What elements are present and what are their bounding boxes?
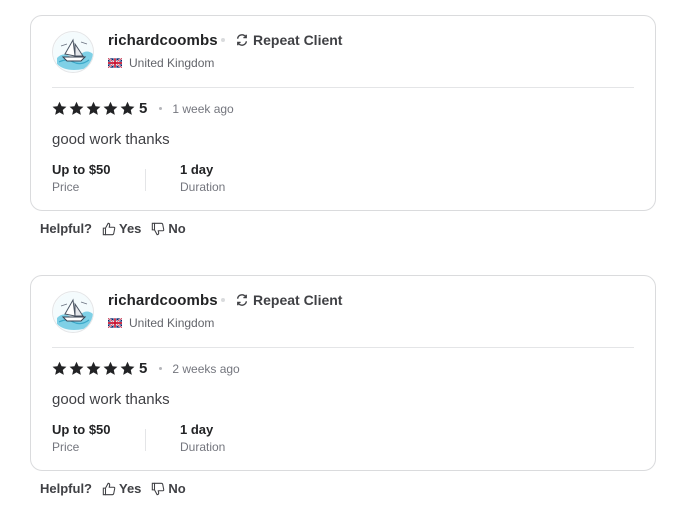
price-stat: Up to $50 Price [52,162,111,194]
repeat-client-label: Repeat Client [253,32,343,48]
uk-flag-icon [108,58,122,68]
rating-row: 5 1 week ago [52,100,234,117]
helpful-no-button[interactable]: No [151,481,186,496]
reviewer-country: United Kingdom [108,56,214,70]
repeat-client-icon [236,34,248,46]
stat-divider [145,169,146,191]
review-text: good work thanks [52,391,170,408]
duration-label: Duration [180,180,226,194]
price-value: Up to $50 [52,162,111,177]
reviewer-username[interactable]: richardcoombs [108,32,218,49]
star-icon [120,361,135,375]
rating-value: 5 [139,360,148,377]
review-item: richardcoombs Repeat Client United Kingd… [30,15,656,236]
review-time: 1 week ago [172,101,234,116]
review-text: good work thanks [52,131,170,148]
no-label: No [168,481,186,496]
price-label: Price [52,180,80,194]
star-icon [52,361,67,375]
review-time: 2 weeks ago [172,361,240,376]
price-label: Price [52,440,80,454]
thumbs-up-icon [102,222,116,235]
avatar[interactable] [52,31,94,73]
reviewer-country: United Kingdom [108,316,214,330]
review-item: richardcoombs Repeat Client United Kingd… [30,275,656,496]
yes-label: Yes [119,221,142,236]
repeat-client-icon [236,294,248,306]
helpful-row: Helpful? Yes No [40,221,196,236]
helpful-label: Helpful? [40,221,92,236]
star-rating [52,101,135,116]
separator-dot [221,38,225,42]
helpful-yes-button[interactable]: Yes [102,221,141,236]
country-name: United Kingdom [129,316,215,330]
helpful-yes-button[interactable]: Yes [102,481,141,496]
duration-value: 1 day [180,162,214,177]
star-icon [86,101,101,115]
repeat-client-badge: Repeat Client [235,32,342,48]
star-icon [69,101,84,115]
duration-label: Duration [180,440,226,454]
star-icon [120,101,135,115]
no-label: No [168,221,186,236]
separator-dot [159,367,163,370]
review-card: richardcoombs Repeat Client United Kingd… [30,275,656,471]
duration-stat: 1 day Duration [180,422,225,454]
star-icon [52,101,67,115]
divider [52,87,634,88]
repeat-client-badge: Repeat Client [235,292,342,308]
star-rating [52,361,135,376]
star-icon [86,361,101,375]
separator-dot [221,298,225,302]
thumbs-down-icon [152,482,165,495]
rating-row: 5 2 weeks ago [52,360,240,377]
price-stat: Up to $50 Price [52,422,111,454]
uk-flag-icon [108,318,122,328]
thumbs-up-icon [102,482,116,495]
star-icon [103,101,118,115]
avatar[interactable] [52,291,94,333]
repeat-client-label: Repeat Client [253,292,343,308]
helpful-no-button[interactable]: No [151,221,186,236]
rating-value: 5 [139,100,148,117]
country-name: United Kingdom [129,56,215,70]
stat-divider [145,429,146,451]
separator-dot [159,107,163,110]
duration-value: 1 day [180,422,214,437]
divider [52,347,634,348]
star-icon [103,361,118,375]
reviewer-username[interactable]: richardcoombs [108,292,218,309]
helpful-row: Helpful? Yes No [40,481,196,496]
star-icon [69,361,84,375]
helpful-label: Helpful? [40,481,92,496]
price-value: Up to $50 [52,422,111,437]
review-card: richardcoombs Repeat Client United Kingd… [30,15,656,211]
thumbs-down-icon [152,222,165,235]
duration-stat: 1 day Duration [180,162,225,194]
yes-label: Yes [119,481,142,496]
